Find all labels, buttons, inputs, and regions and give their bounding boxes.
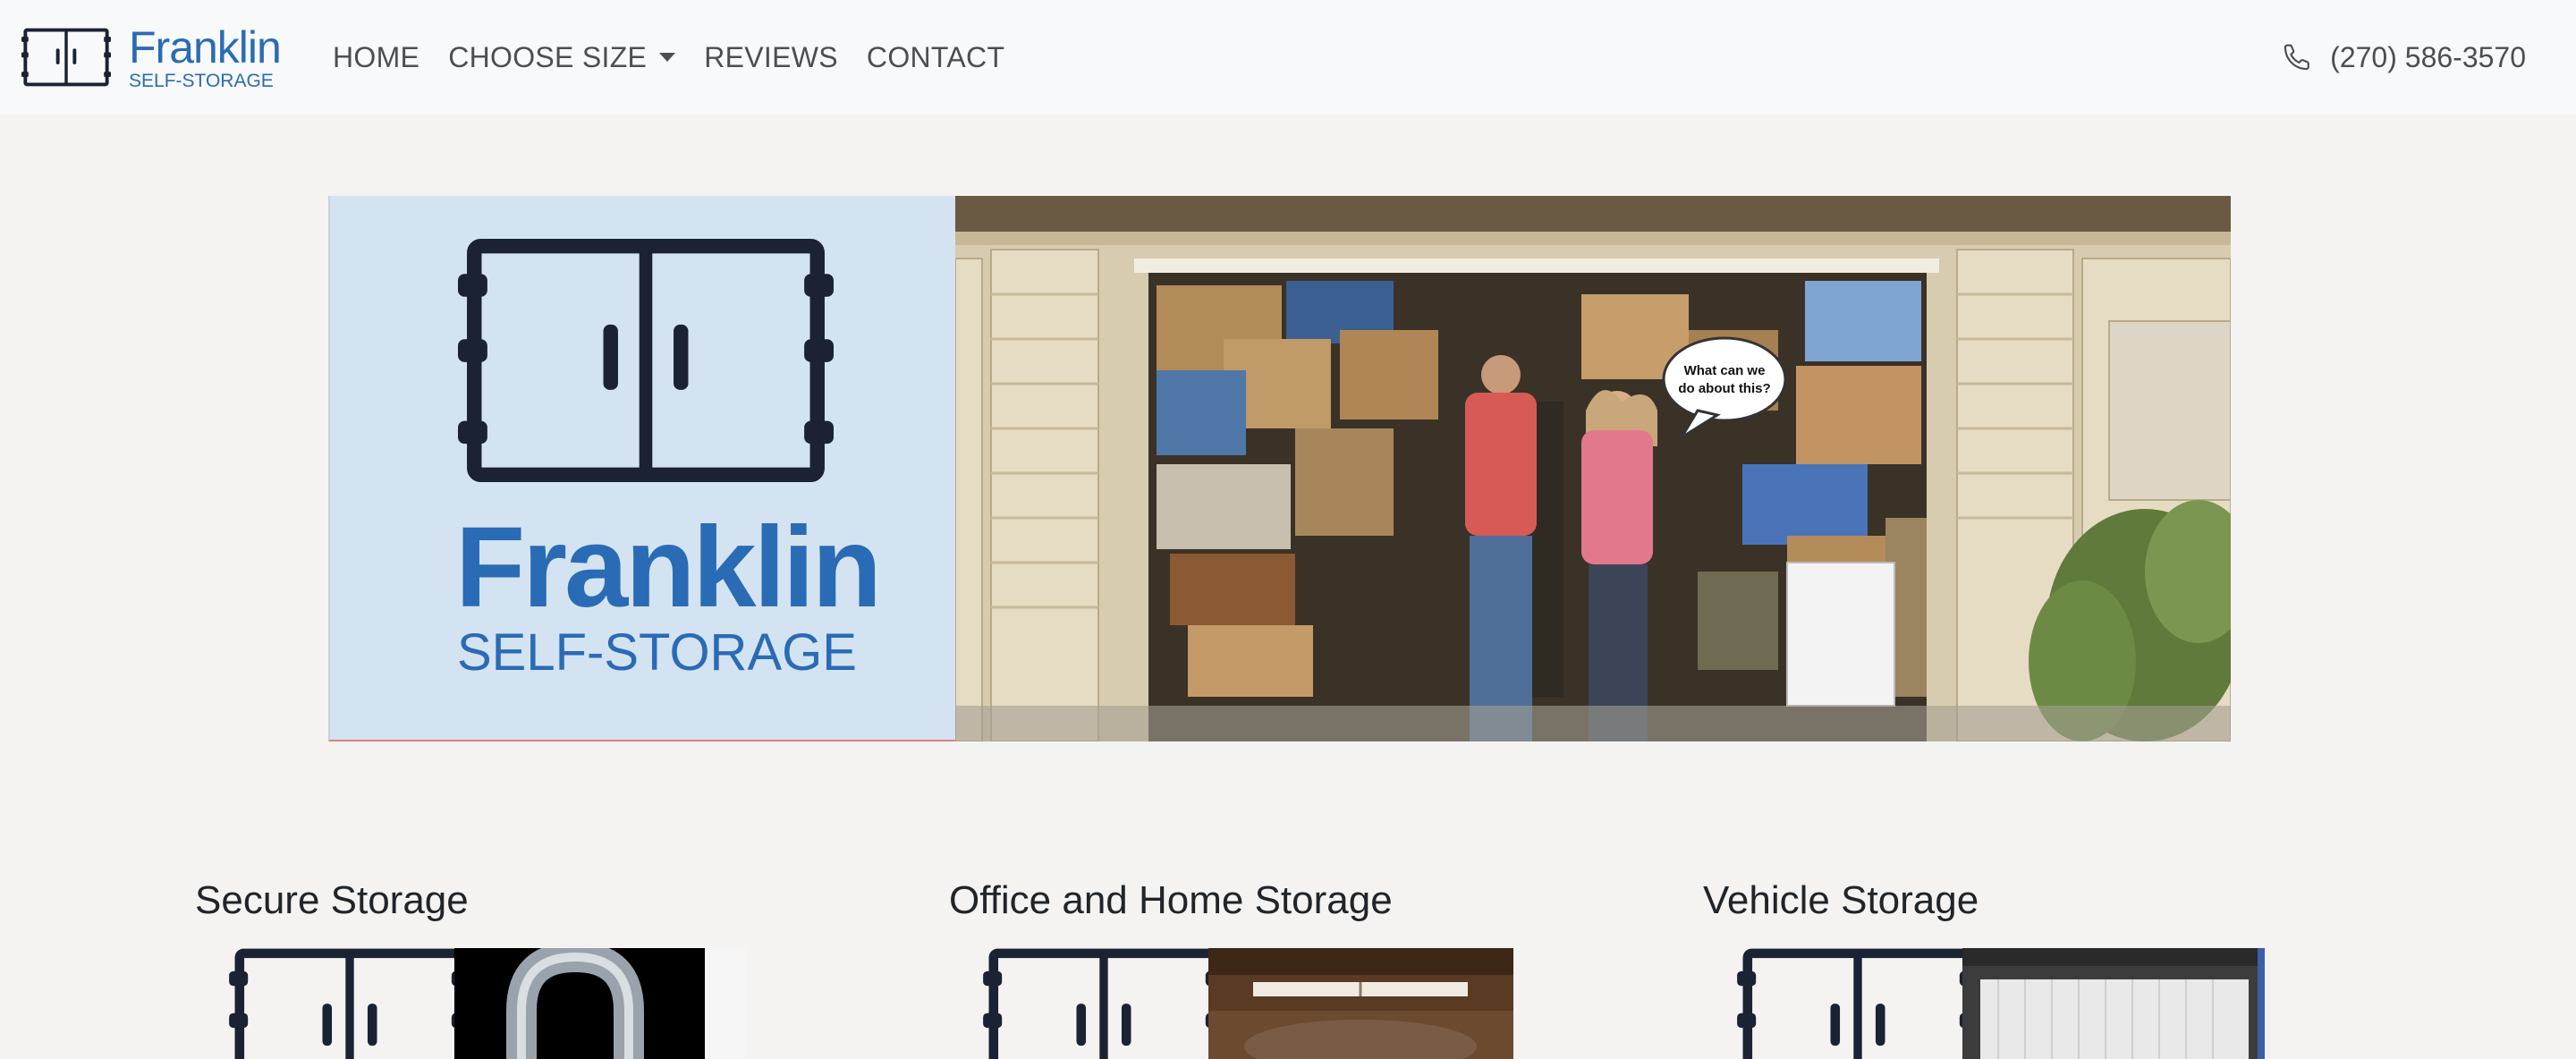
brand-link[interactable]: Franklin SELF-STORAGE bbox=[21, 21, 282, 91]
feature-title: Secure Storage bbox=[195, 878, 469, 922]
hero-brand-name: Franklin bbox=[455, 504, 882, 631]
garage-clutter-illustration: What can we do about this? bbox=[954, 196, 2231, 741]
brand-name: Franklin bbox=[129, 21, 282, 72]
caret-down-icon bbox=[659, 53, 676, 62]
feature-office-home-storage: Office and Home Storage bbox=[949, 878, 1513, 1059]
feature-secure-storage: Secure Storage bbox=[195, 878, 746, 1059]
storage-unit-logo-icon bbox=[21, 26, 111, 89]
storage-unit-icon bbox=[1703, 948, 1962, 1059]
nav-choose-size-dropdown[interactable]: CHOOSE SIZE bbox=[448, 40, 676, 74]
feature-media bbox=[949, 948, 1513, 1059]
feature-media bbox=[1703, 948, 2265, 1059]
phone-link[interactable]: (270) 586-3570 bbox=[2282, 0, 2526, 114]
top-navbar: Franklin SELF-STORAGE HOME CHOOSE SIZE R… bbox=[0, 0, 2576, 114]
phone-icon bbox=[2284, 44, 2309, 71]
svg-text:do about this?: do about this? bbox=[1678, 381, 1770, 396]
svg-text:What can we: What can we bbox=[1684, 363, 1766, 378]
storage-unit-logo-icon bbox=[458, 235, 834, 486]
nav-choose-size-label: CHOOSE SIZE bbox=[448, 40, 648, 73]
hero-logo-panel: Franklin SELF-STORAGE bbox=[328, 196, 955, 741]
feature-title: Office and Home Storage bbox=[949, 878, 1393, 922]
hero-garage-photo: What can we do about this? bbox=[954, 196, 2231, 741]
storage-unit-icon bbox=[949, 948, 1208, 1059]
features-section: Secure Storage Office and Home Storage V… bbox=[0, 881, 2576, 1059]
nav-home[interactable]: HOME bbox=[333, 41, 419, 74]
hero-brand-subtitle: SELF-STORAGE bbox=[457, 623, 857, 682]
padlock-photo bbox=[454, 948, 746, 1059]
brand-subtitle: SELF-STORAGE bbox=[129, 70, 274, 91]
brand-text: Franklin SELF-STORAGE bbox=[129, 21, 282, 91]
storage-unit-icon bbox=[195, 948, 454, 1059]
feature-title: Vehicle Storage bbox=[1703, 878, 1979, 922]
nav-reviews[interactable]: REVIEWS bbox=[704, 41, 838, 74]
feature-media bbox=[195, 948, 746, 1059]
hero-banner: Franklin SELF-STORAGE What can we do abo… bbox=[328, 196, 2231, 741]
main-nav: HOME CHOOSE SIZE REVIEWS CONTACT bbox=[333, 0, 1033, 114]
feature-vehicle-storage: Vehicle Storage bbox=[1703, 878, 2265, 1059]
nav-contact[interactable]: CONTACT bbox=[867, 41, 1004, 74]
vehicle-garage-photo bbox=[1962, 948, 2265, 1059]
phone-number: (270) 586-3570 bbox=[2330, 40, 2526, 73]
storage-room-photo bbox=[1208, 948, 1513, 1059]
